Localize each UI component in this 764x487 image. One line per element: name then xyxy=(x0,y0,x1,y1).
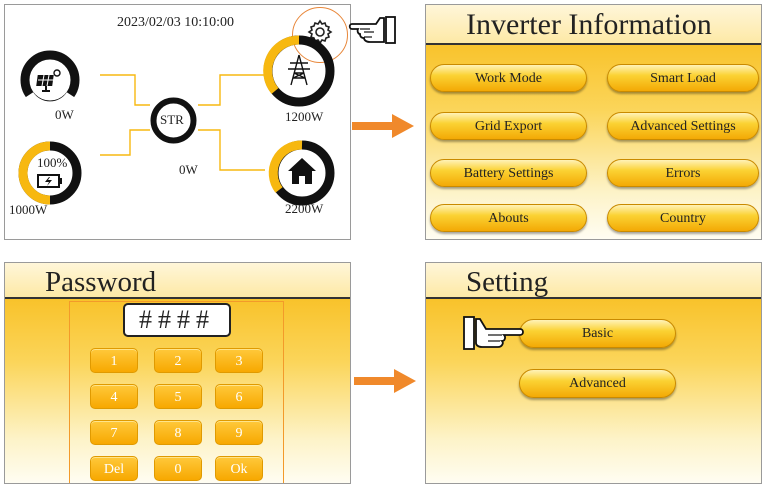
work-mode-button[interactable]: Work Mode xyxy=(430,64,587,92)
keypad-key-del[interactable]: Del xyxy=(90,456,138,481)
grid-export-button[interactable]: Grid Export xyxy=(430,112,587,140)
battery-percent: 100% xyxy=(37,155,68,170)
abouts-button[interactable]: Abouts xyxy=(430,204,587,232)
pointing-hand-icon xyxy=(348,10,408,51)
load-power-value: 2200W xyxy=(285,201,324,216)
basic-button[interactable]: Basic xyxy=(519,319,676,348)
keypad-key-9[interactable]: 9 xyxy=(215,420,263,445)
keypad-key-8[interactable]: 8 xyxy=(154,420,202,445)
solar-gauge xyxy=(19,49,81,112)
solar-panel-icon xyxy=(36,66,64,99)
page-title: Setting xyxy=(466,266,549,298)
home-screen: 2023/02/03 10:10:00 0W 100% 1000W STR 0W… xyxy=(4,4,351,240)
grid-gauge xyxy=(261,33,337,109)
smart-load-button[interactable]: Smart Load xyxy=(607,64,759,92)
battery-icon xyxy=(37,173,63,194)
page-title: Password xyxy=(45,266,157,298)
keypad-key-6[interactable]: 6 xyxy=(215,384,263,409)
pointing-hand-icon xyxy=(462,313,526,358)
grid-tower-icon xyxy=(285,53,313,92)
battery-power-value: 1000W xyxy=(9,202,48,217)
country-button[interactable]: Country xyxy=(607,204,759,232)
center-node: STR xyxy=(149,96,198,145)
center-power-value: 0W xyxy=(179,162,198,177)
keypad-key-0[interactable]: 0 xyxy=(154,456,202,481)
password-titlebar: Password xyxy=(5,263,350,299)
arrow-right-icon xyxy=(352,366,418,401)
advanced-settings-button[interactable]: Advanced Settings xyxy=(607,112,759,140)
inverter-info-titlebar: Inverter Information xyxy=(426,5,761,45)
password-screen: Password #### 1 2 3 4 5 6 7 8 9 Del 0 Ok xyxy=(4,262,351,484)
center-label: STR xyxy=(160,112,184,127)
page-title: Inverter Information xyxy=(466,8,712,41)
keypad-key-ok[interactable]: Ok xyxy=(215,456,263,481)
keypad-key-2[interactable]: 2 xyxy=(154,348,202,373)
keypad-key-1[interactable]: 1 xyxy=(90,348,138,373)
advanced-button[interactable]: Advanced xyxy=(519,369,676,398)
inverter-info-screen: Inverter Information Work Mode Smart Loa… xyxy=(425,4,762,240)
load-gauge xyxy=(267,138,337,208)
arrow-right-icon xyxy=(350,111,416,146)
battery-settings-button[interactable]: Battery Settings xyxy=(430,159,587,187)
setting-titlebar: Setting xyxy=(426,263,761,299)
solar-power-value: 0W xyxy=(55,107,74,122)
setting-screen: Setting Basic Advanced xyxy=(425,262,762,484)
grid-power-value: 1200W xyxy=(285,109,324,124)
keypad-key-5[interactable]: 5 xyxy=(154,384,202,409)
errors-button[interactable]: Errors xyxy=(607,159,759,187)
keypad-key-4[interactable]: 4 xyxy=(90,384,138,409)
house-icon xyxy=(286,156,318,191)
password-display: #### xyxy=(123,303,231,337)
battery-gauge: 100% xyxy=(17,140,83,206)
keypad-key-3[interactable]: 3 xyxy=(215,348,263,373)
keypad-key-7[interactable]: 7 xyxy=(90,420,138,445)
